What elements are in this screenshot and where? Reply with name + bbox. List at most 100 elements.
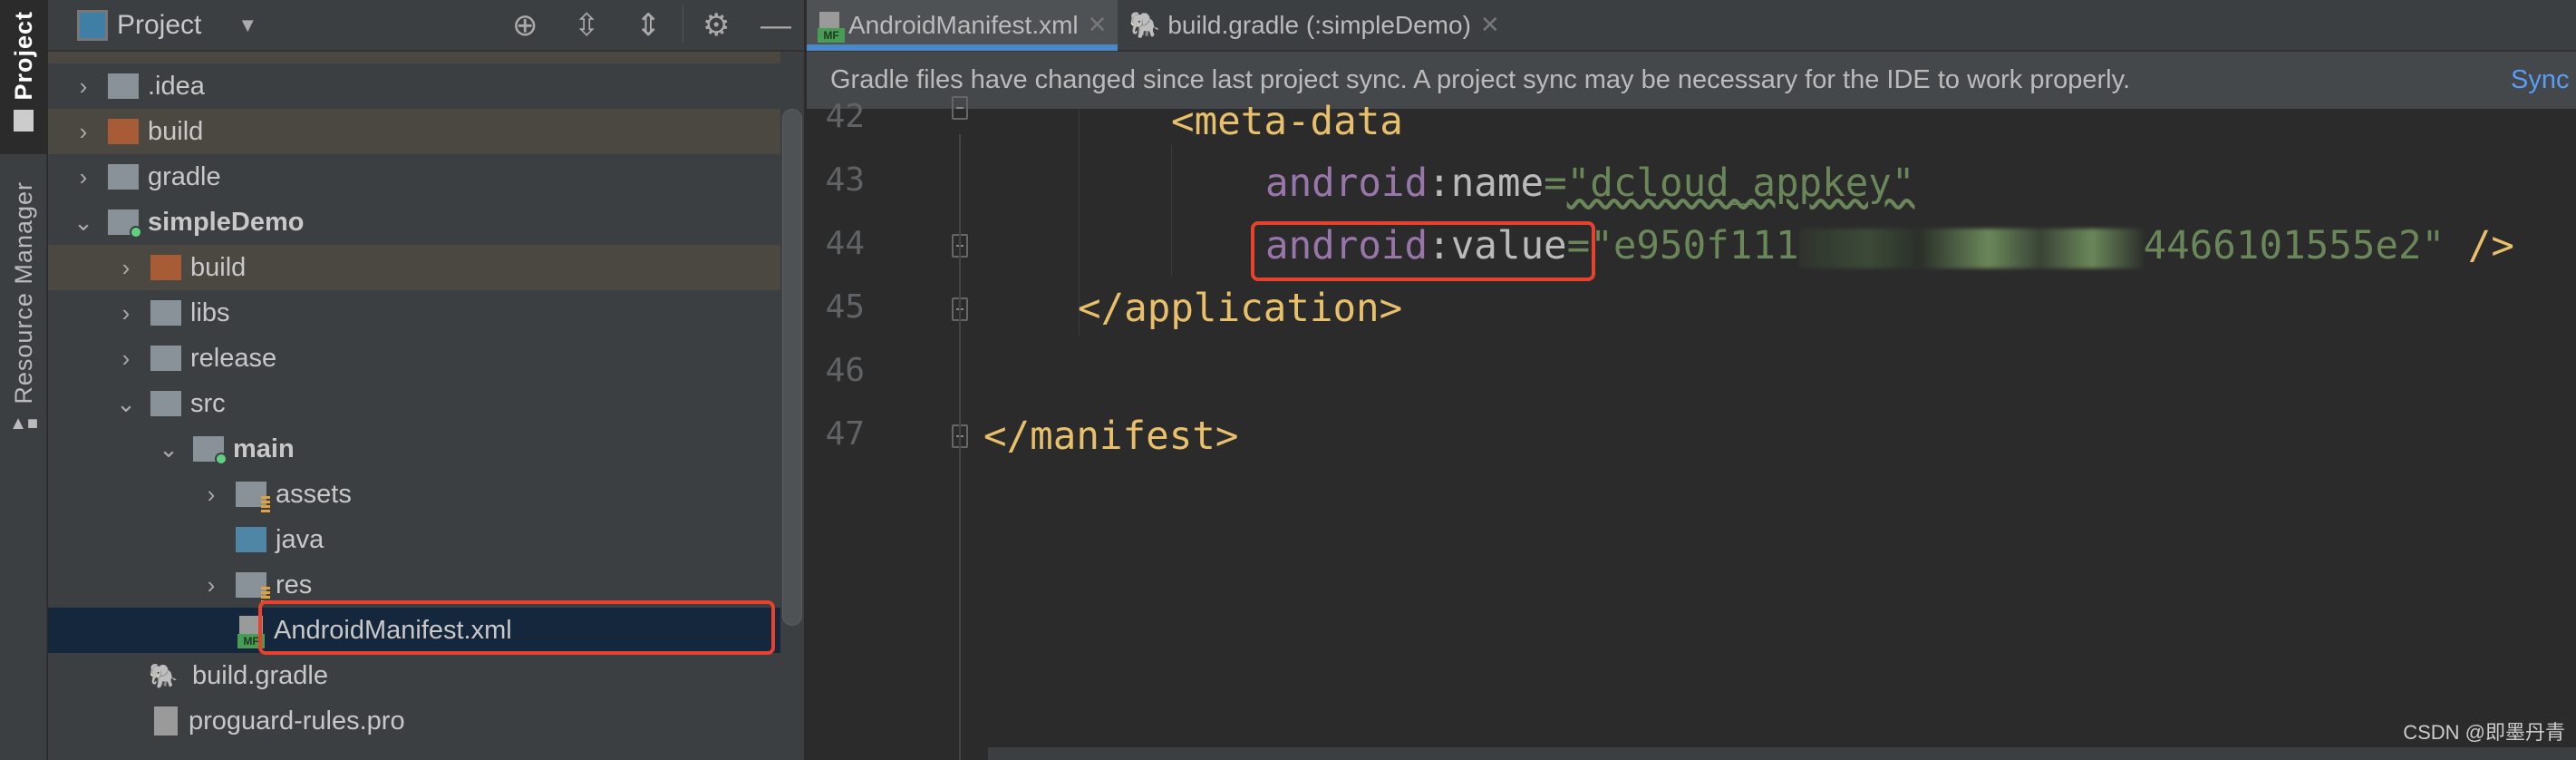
gradle-elephant-icon: 🐘 <box>149 661 179 689</box>
collapse-all-icon[interactable]: ⇕ <box>635 9 662 42</box>
code-line-43[interactable]: android:name="dcloud_appkey" <box>1265 157 1914 211</box>
tree-item-label: build <box>190 252 247 282</box>
tag-close: /> <box>2445 224 2514 268</box>
tab-build-gradle[interactable]: 🐘 build.gradle (:simpleDemo) ✕ <box>1118 0 1510 51</box>
tree-item-label: libs <box>190 297 230 327</box>
dropdown-arrow-icon[interactable]: ▼ <box>237 14 257 37</box>
attribute-value-start: "e950f111 <box>1590 224 1799 268</box>
folder-icon <box>108 209 142 239</box>
folder-icon <box>108 73 139 99</box>
chevron-down-icon[interactable]: ⌄ <box>70 209 97 237</box>
line-number: 45 <box>825 288 865 326</box>
folder-icon <box>14 109 34 132</box>
chevron-right-icon[interactable]: › <box>112 299 140 327</box>
tree-item-label: src <box>190 388 226 418</box>
tree-item-label: res <box>276 570 313 599</box>
tree-item[interactable]: › release <box>48 336 780 381</box>
chevron-right-icon[interactable]: › <box>70 163 97 191</box>
line-number: 47 <box>825 415 865 453</box>
tree-item-label: java <box>276 524 324 554</box>
shapes-icon: ▲■ <box>9 413 38 434</box>
chevron-right-icon[interactable]: › <box>112 254 140 282</box>
horizontal-scrollbar[interactable] <box>988 747 2576 760</box>
code-line-47[interactable]: </manifest> <box>983 410 1238 464</box>
tab-android-manifest[interactable]: MF AndroidManifest.xml ✕ <box>807 0 1119 51</box>
tree-item-label: proguard-rules.pro <box>189 706 405 736</box>
line-number: 43 <box>825 161 865 199</box>
project-panel-header: Project ▼ ⊕ ⇳ ⇕ ⚙ — <box>48 0 804 52</box>
sync-link[interactable]: Sync <box>2511 65 2569 95</box>
tree-item[interactable]: › build <box>48 109 780 154</box>
tree-item[interactable]: java <box>48 517 780 562</box>
tree-item-label: gradle <box>148 161 221 191</box>
tree-item[interactable]: › build <box>48 245 780 290</box>
namespace: android <box>1265 161 1428 206</box>
project-view-selector[interactable]: Project <box>117 10 201 41</box>
expand-all-icon[interactable]: ⇳ <box>574 9 600 42</box>
minimize-icon[interactable]: — <box>760 9 791 42</box>
folder-icon <box>108 119 139 144</box>
chevron-right-icon[interactable]: › <box>198 571 225 599</box>
highlight-box-android-value <box>1251 221 1595 281</box>
tree-item[interactable]: ⌄ main <box>48 426 780 472</box>
folder-icon <box>150 255 181 280</box>
gutter: 42 43 44 45 46 47 <box>807 96 988 760</box>
indent-guide <box>1171 145 1172 277</box>
tab-label: build.gradle (:simpleDemo) <box>1167 10 1471 39</box>
project-view-icon <box>77 9 108 41</box>
project-tool-tab[interactable]: Project <box>0 0 47 154</box>
tree-item[interactable]: › assets <box>48 472 780 517</box>
folder-icon <box>108 164 139 190</box>
folder-icon <box>150 300 181 326</box>
folder-icon <box>236 482 270 512</box>
manifest-file-icon: MF <box>818 11 845 43</box>
line-number: 46 <box>825 352 865 389</box>
chevron-right-icon[interactable]: › <box>70 73 97 101</box>
tree-item[interactable]: 🐘 build.gradle <box>48 653 780 698</box>
chevron-down-icon[interactable]: ⌄ <box>155 435 182 463</box>
tree-scrollbar[interactable] <box>782 109 802 626</box>
project-tab-label: Project <box>9 11 37 101</box>
line-number: 42 <box>825 98 865 135</box>
fold-guide <box>959 134 961 760</box>
tree-item[interactable]: ⌄ simpleDemo <box>48 200 780 245</box>
gear-icon[interactable]: ⚙ <box>702 9 730 42</box>
chevron-down-icon[interactable]: ⌄ <box>112 390 140 418</box>
tree-item[interactable]: › gradle <box>48 154 780 200</box>
code-line-42[interactable]: <meta-data <box>1171 95 1403 150</box>
tree-item[interactable]: proguard-rules.pro <box>48 698 780 744</box>
tree-item[interactable]: ⌄ src <box>48 381 780 426</box>
folder-icon <box>236 527 266 552</box>
locate-crosshair-icon[interactable]: ⊕ <box>512 9 538 42</box>
banner-message: Gradle files have changed since last pro… <box>830 65 2131 94</box>
folder-icon <box>236 572 270 603</box>
chevron-right-icon[interactable]: › <box>70 118 97 146</box>
xml-tag: </application> <box>1078 287 1403 331</box>
resource-manager-tab[interactable]: Resource Manager ▲■ <box>0 172 47 434</box>
tree-item-label: build.gradle <box>192 660 328 690</box>
xml-tag: <meta-data <box>1171 100 1403 144</box>
editor-tabs: MF AndroidManifest.xml ✕ 🐘 build.gradle … <box>807 0 2576 52</box>
code-line-45[interactable]: </application> <box>1078 282 1402 336</box>
close-icon[interactable]: ✕ <box>1480 11 1500 39</box>
redacted-blur <box>1798 228 2144 268</box>
tree-item-label: .idea <box>148 71 205 101</box>
folder-icon <box>150 346 181 371</box>
tree-item[interactable]: › libs <box>48 290 780 336</box>
attribute: :name <box>1428 161 1545 206</box>
highlight-box-manifest <box>258 600 775 655</box>
chevron-right-icon[interactable]: › <box>112 345 140 373</box>
tool-window-strip: Project Resource Manager ▲■ <box>0 0 47 760</box>
attribute-value-end: 4466101555e2" <box>2143 224 2445 268</box>
attribute-value: "dcloud_appkey" <box>1566 161 1915 206</box>
tree-item-label: main <box>233 434 295 463</box>
tree-item-label: release <box>190 343 277 373</box>
chevron-right-icon[interactable]: › <box>198 481 225 509</box>
equals: = <box>1544 161 1567 206</box>
resource-tab-label: Resource Manager <box>9 181 37 404</box>
tree-item[interactable]: › .idea <box>48 63 780 109</box>
close-icon[interactable]: ✕ <box>1088 11 1108 39</box>
fold-marker-icon[interactable] <box>952 96 968 120</box>
tree-row-partial <box>48 52 780 63</box>
tree-item-label: simpleDemo <box>148 207 305 237</box>
